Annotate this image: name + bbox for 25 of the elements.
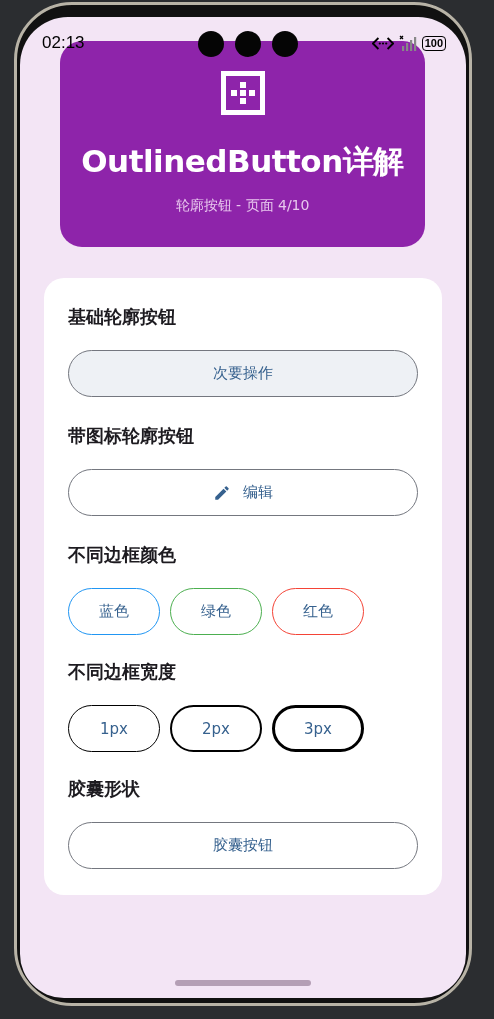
outlined-button[interactable]: 3px — [272, 705, 364, 752]
section-title: 基础轮廓按钮 — [68, 305, 177, 329]
status-time: 02:13 — [42, 33, 85, 53]
code-icon — [371, 36, 394, 50]
outlined-button[interactable]: 胶囊按钮 — [68, 822, 418, 869]
outlined-button[interactable]: 编辑 — [68, 469, 418, 516]
camera-icon — [272, 31, 298, 57]
outlined-button[interactable]: 绿色 — [170, 588, 262, 635]
outlined-button[interactable]: 1px — [68, 705, 160, 752]
outlined-button[interactable]: 2px — [170, 705, 262, 752]
page-title: OutlinedButton详解 — [81, 142, 404, 181]
section-title: 不同边框颜色 — [68, 543, 177, 567]
camera-icon — [235, 31, 261, 57]
outlined-button[interactable]: 次要操作 — [68, 350, 418, 397]
home-indicator[interactable] — [175, 980, 311, 986]
battery-indicator: 100 — [421, 35, 446, 51]
outlined-button[interactable]: 蓝色 — [68, 588, 160, 635]
dotted-square-icon — [220, 71, 265, 115]
page-subtitle: 轮廓按钮 - 页面 4/10 — [175, 197, 310, 215]
pencil-icon — [213, 483, 231, 502]
section-title: 胶囊形状 — [68, 777, 141, 801]
section-title: 带图标轮廓按钮 — [68, 424, 195, 448]
outlined-button[interactable]: 红色 — [272, 588, 364, 635]
section-title: 不同边框宽度 — [68, 660, 177, 684]
camera-icon — [198, 31, 224, 57]
